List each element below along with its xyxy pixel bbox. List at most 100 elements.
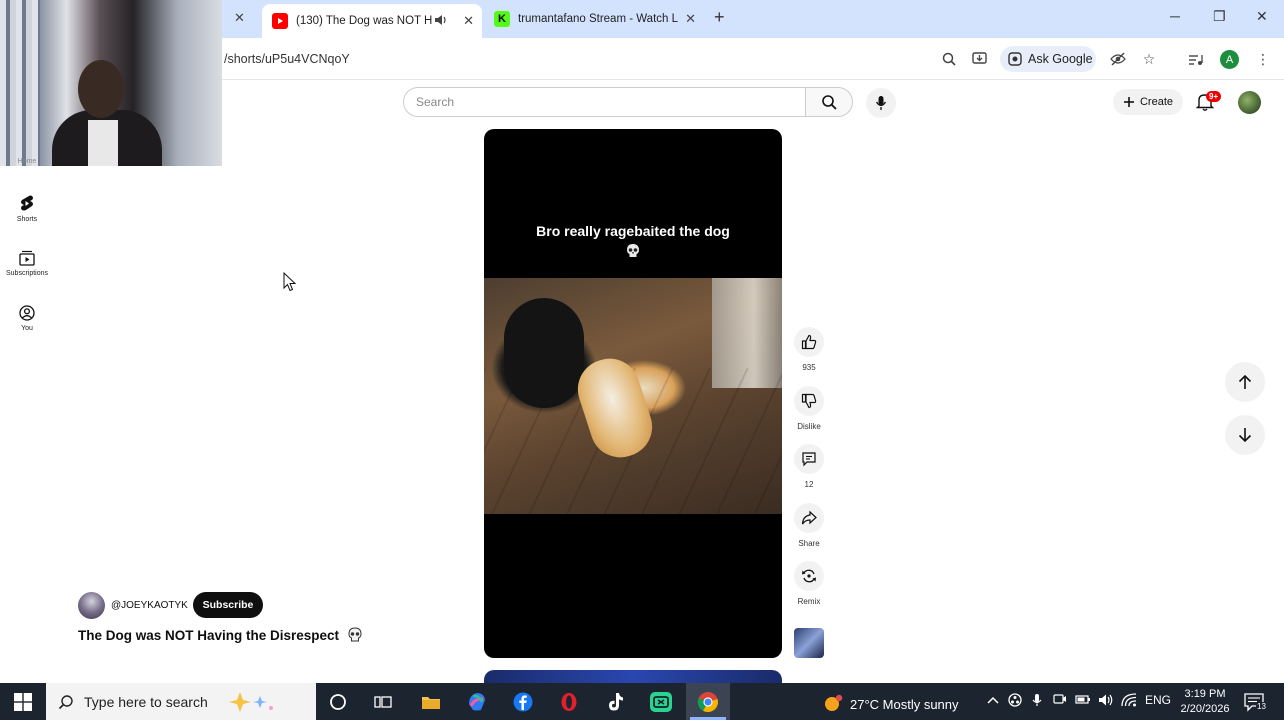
create-label: Create (1139, 96, 1174, 108)
language-indicator[interactable]: ENG (1145, 693, 1171, 707)
you-icon (19, 305, 35, 321)
volume-icon[interactable] (1098, 693, 1114, 710)
search-icon (58, 694, 73, 709)
remix-button[interactable]: Remix (793, 561, 825, 606)
sidebar-item-you[interactable]: You (0, 305, 54, 332)
sidebar-item-subscriptions[interactable]: Subscriptions (0, 250, 54, 277)
comments-button[interactable]: 12 (793, 444, 825, 489)
shorts-video-player[interactable]: Bro really ragebaited the dog (484, 129, 782, 658)
tab-kick-stream[interactable]: K trumantafano Stream - Watch L ✕ (484, 4, 704, 34)
remix-label: Remix (797, 597, 821, 606)
search-icon (822, 95, 837, 110)
sparkle-icon (228, 691, 273, 712)
arrow-down-icon (1238, 428, 1252, 443)
bookmark-star-icon[interactable]: ☆ (1139, 49, 1159, 69)
install-app-icon[interactable] (969, 49, 989, 69)
sound-thumbnail[interactable] (794, 628, 824, 658)
task-view-icon[interactable] (371, 690, 395, 714)
weather-widget[interactable]: 27°C Mostly sunny (822, 693, 959, 715)
sidebar-item-home[interactable]: Home (0, 158, 54, 165)
comment-count: 12 (804, 480, 814, 489)
thumbs-up-icon (801, 334, 817, 350)
chrome-taskbar-button-active[interactable] (686, 683, 730, 720)
tab-title: trumantafano Stream - Watch L (518, 13, 678, 25)
new-tab-icon[interactable]: + (714, 7, 725, 28)
subscriptions-icon (19, 250, 35, 266)
create-button[interactable]: Create (1113, 89, 1183, 115)
notification-count: 13 (1256, 702, 1267, 711)
previous-short-button[interactable] (1225, 362, 1265, 402)
tab-title: (130) The Dog was NOT Ha (296, 15, 432, 27)
minimize-icon[interactable]: ─ (1170, 8, 1180, 24)
facebook-icon[interactable] (511, 690, 535, 714)
opera-icon[interactable] (557, 690, 581, 714)
lens-icon (1008, 52, 1022, 66)
restore-icon[interactable]: ❐ (1213, 8, 1226, 25)
next-short-button[interactable] (1225, 415, 1265, 455)
profile-avatar[interactable]: A (1220, 50, 1239, 69)
weather-text: 27°C Mostly sunny (850, 696, 959, 712)
channel-handle[interactable]: @JOEYKAOTYK (111, 600, 188, 611)
capcut-icon[interactable] (649, 690, 673, 714)
sidebar-item-label: You (21, 325, 33, 332)
voice-search-button[interactable] (866, 88, 896, 118)
video-title-text: The Dog was NOT Having the Disrespect (78, 628, 340, 643)
window-close-icon[interactable]: ✕ (1256, 8, 1268, 25)
tab-close-icon[interactable]: ✕ (463, 13, 474, 29)
tab-youtube-short[interactable]: (130) The Dog was NOT Ha ✕ (262, 4, 482, 38)
next-short-preview[interactable] (484, 670, 782, 684)
arrow-up-icon (1238, 374, 1252, 389)
obs-tray-icon[interactable] (1008, 693, 1022, 710)
tab-close-icon[interactable]: ✕ (234, 10, 245, 26)
speaker-icon[interactable] (434, 14, 447, 29)
url-field[interactable]: /shorts/uP5u4VCNqoY (224, 52, 350, 66)
like-button[interactable]: 935 (793, 327, 825, 372)
media-controls-icon[interactable] (1185, 49, 1205, 69)
skull-emoji-icon (627, 244, 639, 257)
ask-google-button[interactable]: Ask Google (1000, 46, 1096, 72)
zoom-icon[interactable] (939, 49, 959, 69)
cortana-icon[interactable] (326, 690, 350, 714)
share-label: Share (798, 539, 820, 548)
taskbar-search-placeholder: Type here to search (84, 693, 208, 710)
video-title[interactable]: The Dog was NOT Having the Disrespect (78, 627, 363, 643)
clock-date: 2/20/2026 (1180, 703, 1230, 715)
more-menu-icon[interactable]: ⋮ (1253, 49, 1273, 69)
sun-icon (825, 694, 843, 711)
comment-icon (802, 452, 816, 467)
account-avatar[interactable] (1238, 91, 1261, 114)
microphone-tray-icon[interactable] (1032, 693, 1042, 710)
search-input[interactable]: Search (403, 87, 806, 117)
show-hidden-icons-icon[interactable] (987, 693, 999, 707)
action-center-icon[interactable]: 13 (1244, 692, 1267, 717)
taskbar-search-input[interactable]: Type here to search (46, 683, 316, 720)
battery-icon[interactable] (1075, 693, 1091, 708)
meet-now-icon[interactable] (1053, 693, 1067, 708)
eye-off-icon[interactable] (1108, 49, 1128, 69)
channel-avatar[interactable] (78, 592, 105, 619)
chrome-icon (696, 690, 720, 714)
share-icon (801, 510, 817, 525)
youtube-favicon-icon (272, 13, 288, 29)
copilot-icon[interactable] (465, 690, 489, 714)
subscribe-button[interactable]: Subscribe (193, 592, 263, 618)
mouse-cursor-icon (283, 272, 297, 292)
sidebar-item-shorts[interactable]: Shorts (0, 195, 54, 223)
windows-start-icon[interactable] (11, 690, 35, 714)
plus-icon (1123, 97, 1134, 107)
dislike-button[interactable]: Dislike (793, 386, 825, 431)
remix-icon (802, 569, 816, 583)
search-button[interactable] (805, 87, 853, 117)
file-explorer-icon[interactable] (419, 690, 443, 714)
tab-close-icon[interactable]: ✕ (685, 11, 696, 27)
wifi-icon[interactable] (1121, 693, 1137, 710)
microphone-icon (875, 96, 887, 110)
dislike-label: Dislike (797, 422, 821, 431)
shorts-icon (21, 195, 33, 211)
share-button[interactable]: Share (793, 503, 825, 548)
system-clock[interactable]: 3:19 PM 2/20/2026 (1176, 687, 1234, 717)
clock-time: 3:19 PM (1184, 688, 1226, 700)
video-caption: Bro really ragebaited the dog (484, 223, 782, 259)
tiktok-icon[interactable] (603, 690, 627, 714)
sidebar-item-label: Home (17, 158, 37, 165)
